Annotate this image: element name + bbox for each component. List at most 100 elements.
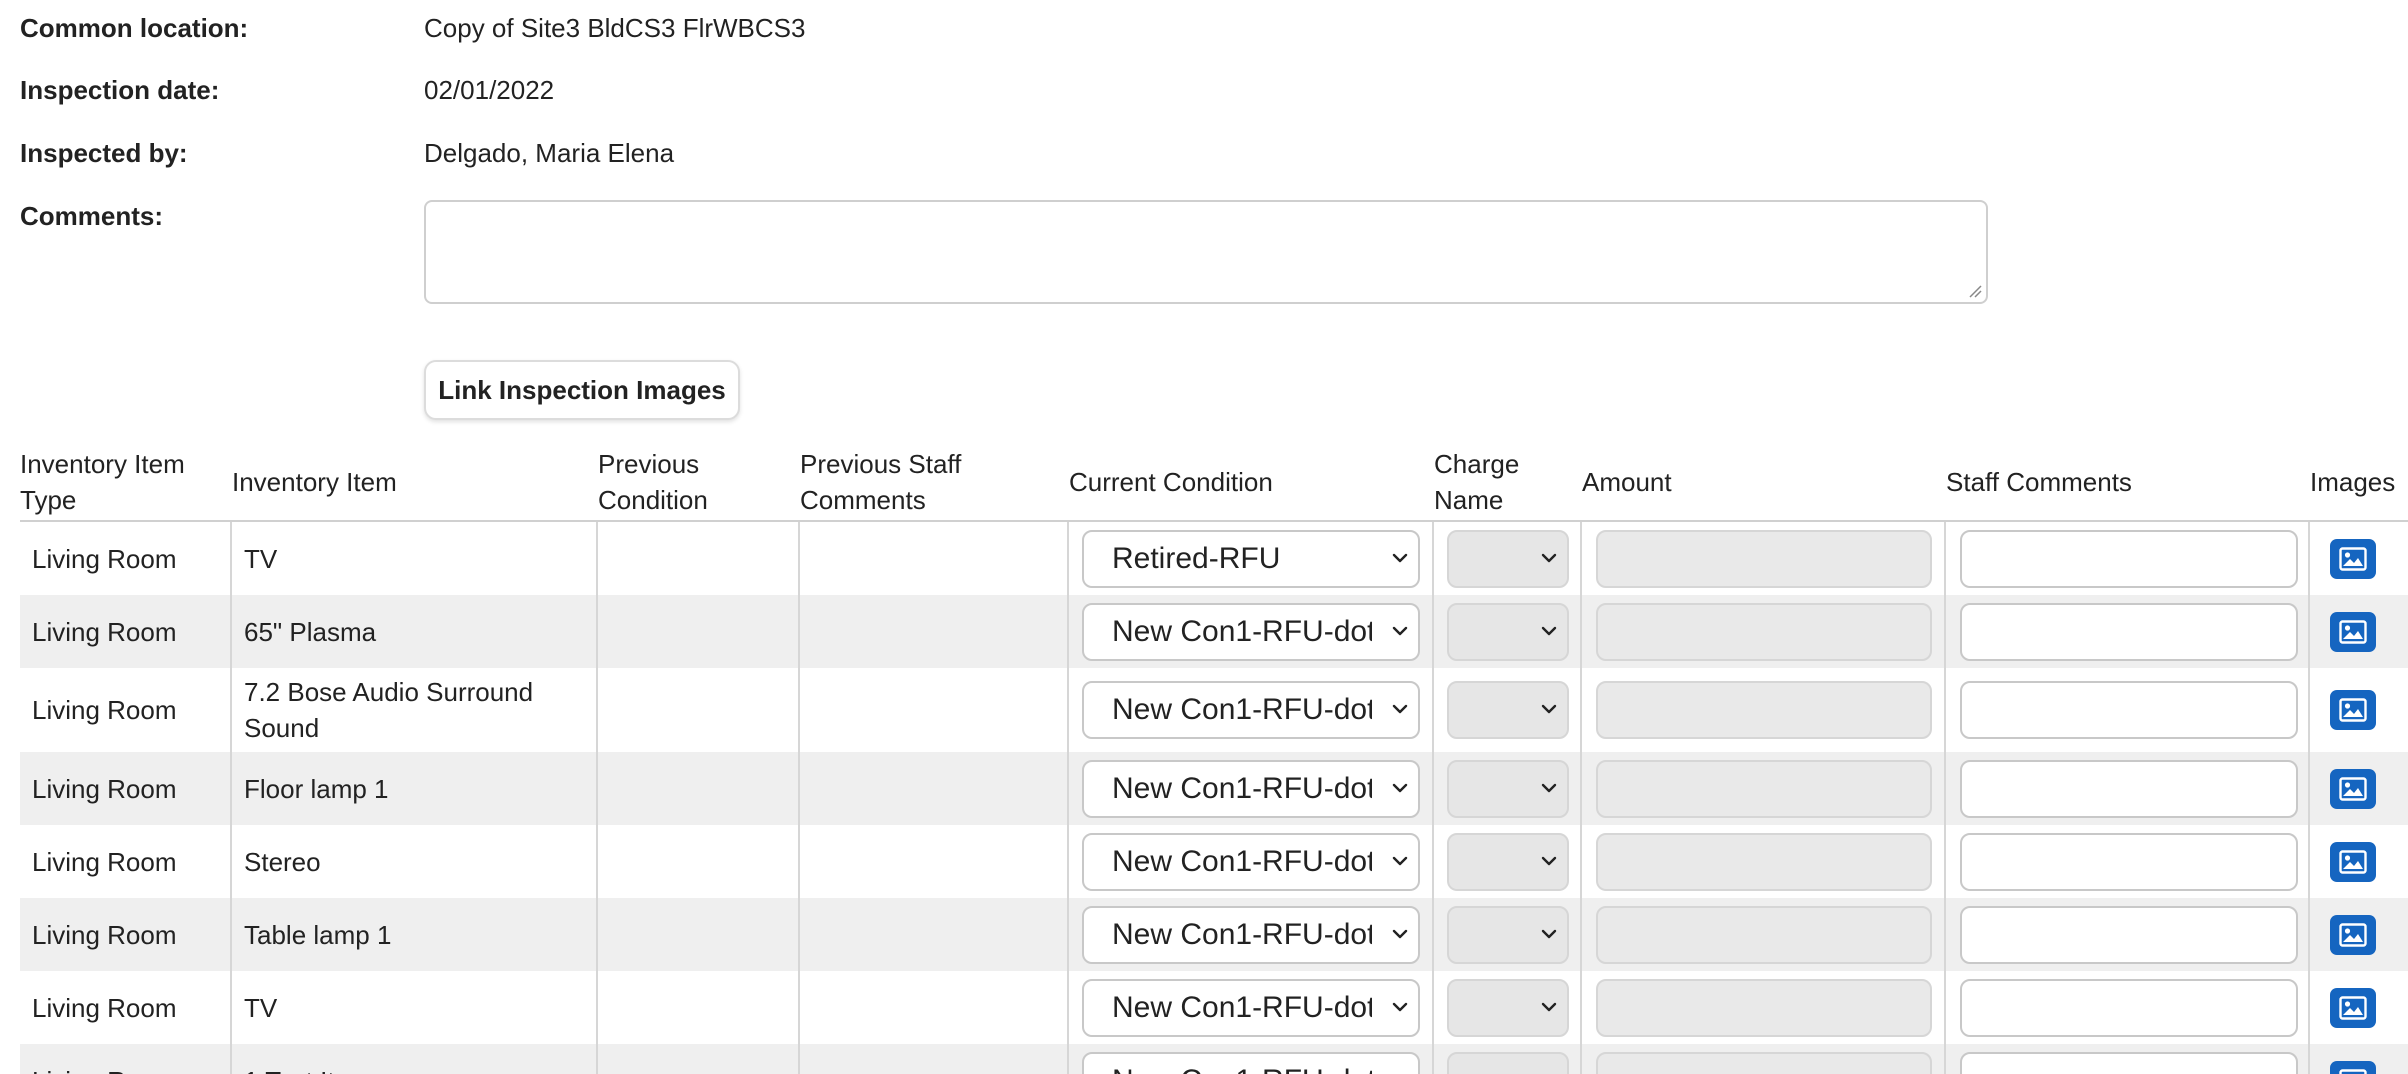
staff-comments-input[interactable]: [1960, 1052, 2298, 1074]
column-divider: [1432, 971, 1434, 1044]
inspection-date-label: Inspection date:: [20, 75, 220, 105]
amount-input[interactable]: [1596, 833, 1932, 891]
staff-comments-input[interactable]: [1960, 760, 2298, 818]
item-type-cell: Living Room: [32, 695, 177, 725]
header-charge-name-line2: Name: [1434, 485, 1504, 515]
header-item-type: Inventory Item Type: [20, 446, 185, 518]
amount-input[interactable]: [1596, 760, 1932, 818]
column-divider: [1580, 971, 1582, 1044]
image-icon: [2339, 923, 2367, 947]
column-divider: [2308, 668, 2310, 752]
item-cell: 65" Plasma: [244, 614, 376, 650]
item-cell: Stereo: [244, 844, 321, 880]
image-icon: [2339, 777, 2367, 801]
column-divider: [1432, 752, 1434, 825]
charge-name-select[interactable]: [1447, 760, 1569, 818]
column-divider: [1580, 595, 1582, 668]
images-button[interactable]: [2330, 842, 2376, 882]
resize-grip-icon[interactable]: [1968, 284, 1982, 298]
location-value: Copy of Site3 BldCS3 FlrWBCS3: [424, 13, 806, 43]
table-row: Living Room Stereo New Con1-RFU-dot: [20, 825, 2408, 898]
table-row: Living Room TV Retired-RFU: [20, 522, 2408, 595]
amount-input[interactable]: [1596, 681, 1932, 739]
column-divider: [596, 522, 598, 595]
comments-textarea[interactable]: [424, 200, 1988, 304]
column-divider: [596, 752, 598, 825]
column-divider: [798, 825, 800, 898]
current-condition-select[interactable]: New Con1-RFU-dot: [1082, 603, 1420, 661]
charge-name-select[interactable]: [1447, 979, 1569, 1037]
charge-name-select[interactable]: [1447, 906, 1569, 964]
images-button[interactable]: [2330, 1061, 2376, 1074]
chevron-down-icon: [1392, 783, 1408, 793]
column-divider: [230, 1044, 232, 1074]
images-button[interactable]: [2330, 769, 2376, 809]
header-prev-comments-line1: Previous Staff: [800, 449, 962, 479]
item-cell: TV: [244, 990, 277, 1026]
charge-name-select[interactable]: [1447, 530, 1569, 588]
charge-name-select[interactable]: [1447, 1052, 1569, 1074]
image-icon: [2339, 850, 2367, 874]
images-button[interactable]: [2330, 988, 2376, 1028]
column-divider: [798, 522, 800, 595]
current-condition-select[interactable]: New Con1-RFU-dot: [1082, 906, 1420, 964]
staff-comments-input[interactable]: [1960, 833, 2298, 891]
location-row: Common location: Copy of Site3 BldCS3 Fl…: [20, 8, 2020, 48]
staff-comments-input[interactable]: [1960, 906, 2298, 964]
amount-input[interactable]: [1596, 603, 1932, 661]
images-button[interactable]: [2330, 690, 2376, 730]
charge-name-select[interactable]: [1447, 833, 1569, 891]
current-condition-select[interactable]: New Con1-RFU-dot: [1082, 833, 1420, 891]
column-divider: [1944, 752, 1946, 825]
current-condition-value: New Con1-RFU-dot: [1112, 845, 1372, 878]
link-inspection-images-button[interactable]: Link Inspection Images: [424, 360, 740, 420]
amount-input[interactable]: [1596, 1052, 1932, 1074]
header-item-type-line1: Inventory Item: [20, 449, 185, 479]
current-condition-select[interactable]: New Con1-RFU-dot: [1082, 681, 1420, 739]
images-button[interactable]: [2330, 915, 2376, 955]
item-name: 1 Test Item: [244, 1066, 371, 1074]
images-button[interactable]: [2330, 612, 2376, 652]
column-divider: [230, 825, 232, 898]
column-divider: [1067, 752, 1069, 825]
column-divider: [1432, 1044, 1434, 1074]
staff-comments-input[interactable]: [1960, 979, 2298, 1037]
charge-name-select[interactable]: [1447, 603, 1569, 661]
column-divider: [2308, 971, 2310, 1044]
amount-input[interactable]: [1596, 906, 1932, 964]
inspected-by-label: Inspected by:: [20, 138, 188, 168]
current-condition-value: New Con1-RFU-dot: [1112, 991, 1372, 1024]
column-divider: [596, 595, 598, 668]
staff-comments-input[interactable]: [1960, 530, 2298, 588]
staff-comments-input[interactable]: [1960, 681, 2298, 739]
chevron-down-icon: [1392, 553, 1408, 563]
column-divider: [1944, 1044, 1946, 1074]
header-prev-comments-line2: Comments: [800, 485, 926, 515]
column-divider: [596, 898, 598, 971]
table-row: Living Room 7.2 Bose Audio Surround Sound N…: [20, 668, 2408, 752]
column-divider: [1944, 825, 1946, 898]
column-divider: [1067, 522, 1069, 595]
staff-comments-input[interactable]: [1960, 603, 2298, 661]
table-header: Inventory Item Type Inventory Item Previ…: [20, 440, 2408, 522]
current-condition-select[interactable]: New Con1-RFU-dot: [1082, 760, 1420, 818]
column-divider: [230, 668, 232, 752]
header-charge-name-line1: Charge: [1434, 449, 1520, 479]
inspection-date-value: 02/01/2022: [424, 75, 555, 105]
chevron-down-icon: [1541, 929, 1557, 939]
current-condition-value: New Con1-RFU-dot: [1112, 1054, 1372, 1074]
charge-name-select[interactable]: [1447, 681, 1569, 739]
amount-input[interactable]: [1596, 530, 1932, 588]
images-button[interactable]: [2330, 539, 2376, 579]
inspection-date-row: Inspection date: 02/01/2022: [20, 70, 2020, 110]
current-condition-select[interactable]: New Con1-RFU-dot: [1082, 979, 1420, 1037]
item-cell: Floor lamp 1: [244, 771, 389, 807]
current-condition-select[interactable]: New Con1-RFU-dot: [1082, 1052, 1420, 1074]
item-name: 7.2 Bose Audio Surround: [244, 677, 534, 707]
column-divider: [798, 1044, 800, 1074]
image-icon: [2339, 1069, 2367, 1074]
item-name: 65" Plasma: [244, 617, 377, 647]
amount-input[interactable]: [1596, 979, 1932, 1037]
column-divider: [1067, 668, 1069, 752]
current-condition-select[interactable]: Retired-RFU: [1082, 530, 1420, 588]
